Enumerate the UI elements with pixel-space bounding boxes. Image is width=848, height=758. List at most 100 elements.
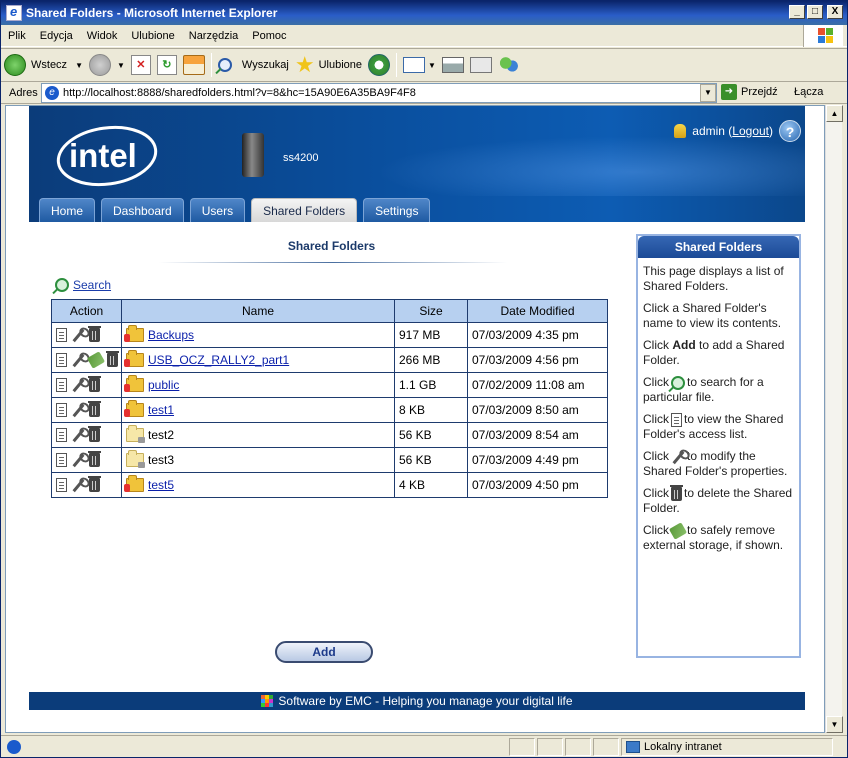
mail-icon <box>403 57 426 73</box>
scroll-down-icon[interactable]: ▼ <box>826 716 843 733</box>
access-list-icon[interactable] <box>56 428 67 442</box>
dropdown-arrow-icon[interactable]: ▼ <box>117 61 125 70</box>
refresh-button[interactable]: ↻ <box>154 51 180 79</box>
folder-link[interactable]: Backups <box>148 328 194 342</box>
back-arrow-icon <box>4 54 26 76</box>
action-cell <box>51 447 122 473</box>
address-input[interactable]: e http://localhost:8888/sharedfolders.ht… <box>41 83 717 103</box>
sidebar-body: This page displays a list of Shared Fold… <box>638 258 799 553</box>
back-button[interactable]: Wstecz ▼ <box>1 51 86 79</box>
access-list-icon <box>671 412 682 427</box>
print-button[interactable] <box>439 51 467 79</box>
page-viewport[interactable]: intel ss4200 admin (Logout) ? Home Dashb… <box>5 105 825 733</box>
scroll-up-icon[interactable]: ▲ <box>826 105 843 122</box>
stop-button[interactable]: ✕ <box>128 51 154 79</box>
access-list-icon[interactable] <box>56 378 67 392</box>
wrench-icon[interactable] <box>71 328 85 342</box>
folder-link[interactable]: USB_OCZ_RALLY2_part1 <box>148 353 289 367</box>
tab-shared-folders[interactable]: Shared Folders <box>251 198 358 222</box>
search-icon <box>55 278 69 292</box>
messenger-button[interactable] <box>495 51 523 79</box>
date-cell: 07/03/2009 4:56 pm <box>467 347 608 373</box>
wrench-icon <box>671 450 685 464</box>
add-button[interactable]: Add <box>275 641 373 663</box>
action-cell <box>51 372 122 398</box>
ie-icon <box>6 4 22 21</box>
star-icon: ★ <box>294 52 315 77</box>
menu-tools[interactable]: Narzędzia <box>189 30 239 42</box>
trash-icon[interactable] <box>88 376 101 392</box>
edit-button[interactable] <box>467 51 495 79</box>
address-dropdown-icon[interactable]: ▼ <box>700 84 716 102</box>
trash-icon[interactable] <box>88 326 101 342</box>
access-list-icon[interactable] <box>56 453 67 467</box>
access-list-icon[interactable] <box>56 403 67 417</box>
folder-link[interactable]: test5 <box>148 478 174 492</box>
folder-link[interactable]: test1 <box>148 403 174 417</box>
date-cell: 07/03/2009 8:54 am <box>467 422 608 448</box>
links-button[interactable]: Łącza <box>794 86 823 98</box>
messenger-icon <box>497 55 520 75</box>
intel-logo: intel <box>56 125 158 187</box>
search-toolbar-button[interactable]: Wyszukaj <box>215 51 292 79</box>
trash-icon[interactable] <box>88 401 101 417</box>
home-button[interactable] <box>180 51 208 79</box>
menu-edit[interactable]: Edycja <box>40 30 73 42</box>
access-list-icon[interactable] <box>56 478 67 492</box>
column-header-name: Name <box>121 299 395 323</box>
size-cell: 8 KB <box>394 397 468 423</box>
tab-settings[interactable]: Settings <box>363 198 431 222</box>
table-row: test2 56 KB 07/03/2009 8:54 am <box>51 422 608 448</box>
access-list-icon[interactable] <box>56 353 67 367</box>
wrench-icon[interactable] <box>71 403 85 417</box>
wrench-icon[interactable] <box>71 453 85 467</box>
history-button[interactable] <box>365 51 393 79</box>
go-button[interactable]: ➜ Przejdź <box>721 84 778 100</box>
name-cell: test3 <box>121 447 395 473</box>
sidebar-text: Click a Shared Folder's name to view its… <box>643 301 782 330</box>
maximize-button[interactable]: □ <box>807 5 823 19</box>
menu-file[interactable]: Plik <box>8 30 26 42</box>
folder-icon <box>124 375 144 392</box>
folder-link[interactable]: public <box>148 378 179 392</box>
page-footer: Software by EMC - Helping you manage you… <box>29 692 805 710</box>
search-link[interactable]: Search <box>55 278 111 292</box>
wrench-icon[interactable] <box>71 378 85 392</box>
menu-view[interactable]: Widok <box>87 30 118 42</box>
menu-help[interactable]: Pomoc <box>252 30 286 42</box>
emc-logo-icon <box>261 695 274 707</box>
tab-home[interactable]: Home <box>39 198 96 222</box>
page-header: intel ss4200 admin (Logout) ? Home Dashb… <box>29 106 805 222</box>
eject-icon[interactable] <box>86 351 106 369</box>
sidebar-title: Shared Folders <box>638 236 799 258</box>
title-bar[interactable]: Shared Folders - Microsoft Internet Expl… <box>1 1 847 25</box>
wrench-icon[interactable] <box>71 478 85 492</box>
status-cell <box>565 737 591 756</box>
page-title: Shared Folders <box>287 239 376 253</box>
edit-page-icon <box>469 57 492 73</box>
trash-icon[interactable] <box>88 476 101 492</box>
table-row: USB_OCZ_RALLY2_part1 266 MB 07/03/2009 4:5… <box>51 347 608 373</box>
trash-icon[interactable] <box>106 351 119 367</box>
sidebar-text: Click to safely remove external storage, … <box>643 522 784 552</box>
close-button[interactable]: X <box>827 5 843 19</box>
dropdown-arrow-icon[interactable]: ▼ <box>428 61 436 70</box>
wrench-icon[interactable] <box>71 428 85 442</box>
mail-button[interactable]: ▼ <box>400 51 439 79</box>
minimize-button[interactable]: _ <box>789 5 805 19</box>
tab-dashboard[interactable]: Dashboard <box>101 198 184 222</box>
trash-icon[interactable] <box>88 451 101 467</box>
wrench-icon[interactable] <box>71 353 85 367</box>
help-icon[interactable]: ? <box>779 120 801 142</box>
browser-window: Shared Folders - Microsoft Internet Expl… <box>0 0 848 758</box>
vertical-scrollbar[interactable]: ▲ ▼ <box>825 105 843 733</box>
dropdown-arrow-icon[interactable]: ▼ <box>75 61 83 70</box>
access-list-icon[interactable] <box>56 328 67 342</box>
forward-button[interactable]: ▼ <box>86 51 128 79</box>
tab-users[interactable]: Users <box>189 198 246 222</box>
menu-favorites[interactable]: Ulubione <box>131 30 174 42</box>
trash-icon[interactable] <box>88 426 101 442</box>
logout-link[interactable]: Logout <box>732 124 769 138</box>
zone-cell: Lokalny intranet <box>621 737 833 756</box>
favorites-button[interactable]: ★ Ulubione <box>292 51 365 79</box>
